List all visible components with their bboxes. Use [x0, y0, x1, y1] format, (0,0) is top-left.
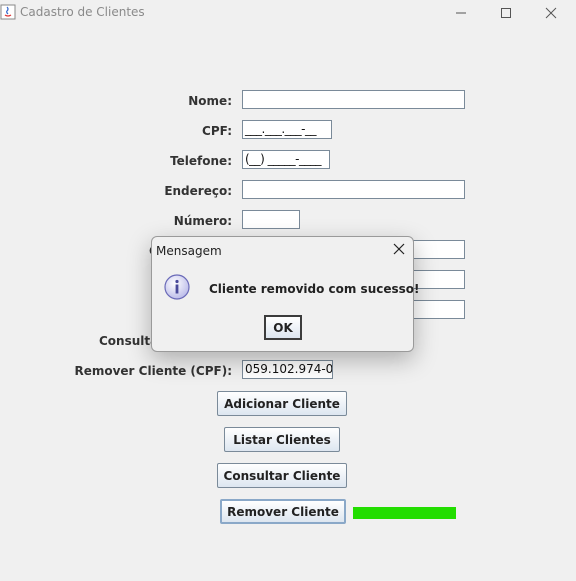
- close-icon: [393, 243, 405, 255]
- dialog-close-button[interactable]: [391, 241, 407, 257]
- nome-field[interactable]: [242, 90, 465, 109]
- adicionar-cliente-button[interactable]: Adicionar Cliente: [217, 391, 347, 416]
- minimize-button[interactable]: [439, 0, 483, 26]
- message-dialog: Mensagem Cliente removido com sucesso! O…: [151, 236, 420, 352]
- listar-clientes-button[interactable]: Listar Clientes: [224, 427, 340, 452]
- telefone-field[interactable]: (__) _____-____: [242, 150, 330, 169]
- info-icon: [164, 274, 190, 300]
- close-button[interactable]: [529, 0, 573, 26]
- progress-bar: [353, 507, 456, 519]
- maximize-icon: [501, 8, 511, 18]
- numero-field[interactable]: [242, 210, 300, 229]
- remover-cpf-label: Remover Cliente (CPF):: [74, 364, 232, 378]
- close-icon: [545, 7, 557, 19]
- remover-cliente-button[interactable]: Remover Cliente: [220, 499, 346, 524]
- window-title: Cadastro de Clientes: [20, 5, 145, 19]
- numero-label: Número:: [173, 214, 232, 228]
- dialog-message: Cliente removido com sucesso!: [209, 282, 420, 296]
- progress-bar-fill: [353, 507, 456, 519]
- java-icon: [0, 4, 16, 20]
- cpf-label: CPF:: [202, 124, 232, 138]
- endereco-label: Endereço:: [164, 184, 232, 198]
- endereco-field[interactable]: [242, 180, 465, 199]
- minimize-icon: [456, 12, 466, 14]
- consultar-cliente-button[interactable]: Consultar Cliente: [217, 463, 347, 488]
- cpf-field[interactable]: ___.___.___-__: [242, 120, 332, 139]
- remover-cpf-field[interactable]: 059.102.974-06: [242, 360, 333, 379]
- ok-button[interactable]: OK: [264, 315, 302, 340]
- maximize-button[interactable]: [484, 0, 528, 26]
- dialog-title: Mensagem: [156, 244, 222, 258]
- nome-label: Nome:: [188, 94, 232, 108]
- title-bar: Cadastro de Clientes: [0, 0, 576, 26]
- telefone-label: Telefone:: [170, 154, 232, 168]
